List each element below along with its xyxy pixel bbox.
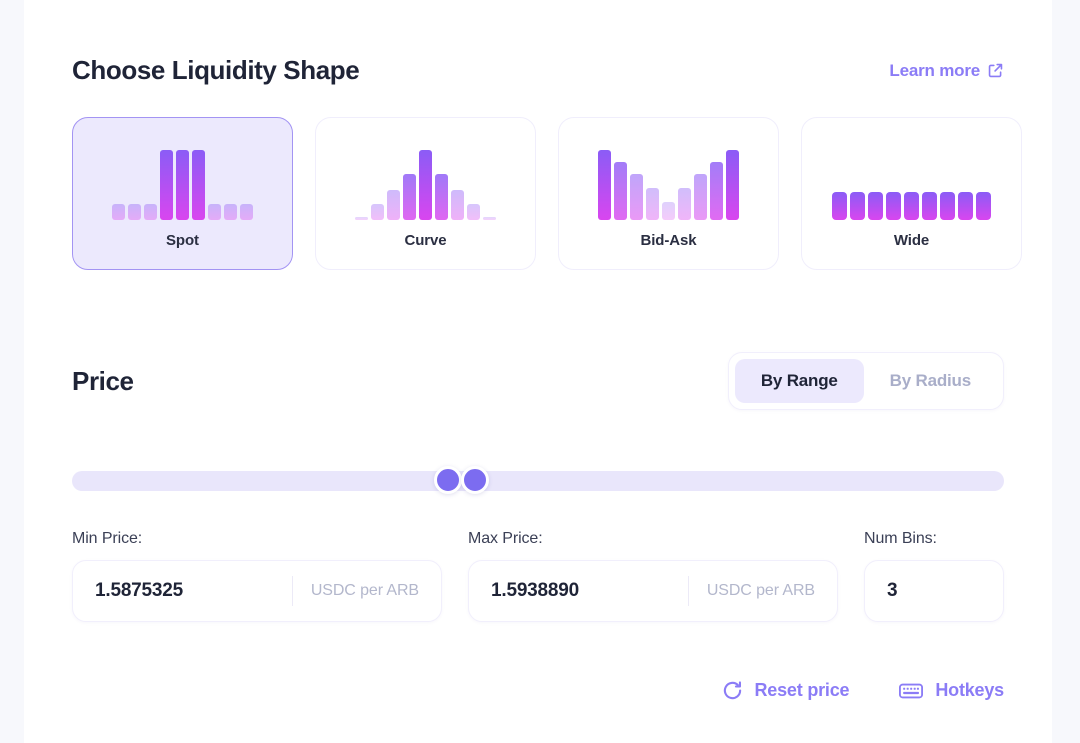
shape-bar: [112, 204, 125, 220]
learn-more-link[interactable]: Learn more: [889, 61, 1004, 81]
max-price-value: 1.5938890: [491, 580, 580, 601]
shape-bar: [922, 192, 937, 220]
shape-bar: [850, 192, 865, 220]
shape-bar: [435, 174, 448, 220]
shape-bar: [208, 204, 221, 220]
shape-bar: [451, 190, 464, 220]
shape-bar: [128, 204, 141, 220]
shape-preview-bars: [802, 140, 1021, 220]
shape-bar: [646, 188, 659, 220]
shape-bar: [598, 150, 611, 220]
shape-bar: [483, 217, 496, 220]
slider-thumb-max[interactable]: [460, 466, 489, 494]
shape-bar: [832, 192, 847, 220]
refresh-icon: [722, 680, 743, 701]
price-section-header: Price By Range By Radius: [72, 352, 1004, 410]
shape-preview-bars: [316, 140, 535, 220]
shape-bar: [176, 150, 189, 220]
shape-card-list: Spot Curve Bid-Ask Wide: [72, 117, 1022, 270]
reset-price-label: Reset price: [754, 680, 850, 700]
shape-bar: [630, 174, 643, 220]
num-bins-field: Num Bins: 3: [864, 530, 1004, 622]
keyboard-icon: [899, 682, 924, 700]
external-link-icon: [987, 62, 1004, 79]
shape-bar: [678, 188, 691, 220]
shape-bar: [940, 192, 955, 220]
shape-bar: [710, 162, 723, 220]
shape-preview-bars: [559, 140, 778, 220]
shape-section-header: Choose Liquidity Shape Learn more: [72, 55, 1004, 86]
learn-more-label: Learn more: [889, 60, 980, 80]
shape-preview-bars: [73, 140, 292, 220]
shape-bar: [694, 174, 707, 220]
max-price-suffix: USDC per ARB: [706, 582, 815, 599]
shape-bar: [614, 162, 627, 220]
shape-card-curve[interactable]: Curve: [315, 117, 536, 270]
max-price-label: Max Price:: [468, 530, 543, 547]
action-row: Reset price Hotkeys: [722, 680, 1004, 701]
reset-price-button[interactable]: Reset price: [722, 680, 850, 701]
page-title: Choose Liquidity Shape: [72, 55, 360, 85]
min-price-suffix: USDC per ARB: [310, 582, 419, 599]
num-bins-label: Num Bins:: [864, 530, 937, 547]
shape-bar: [371, 204, 384, 220]
shape-bar: [958, 192, 973, 220]
min-price-input[interactable]: 1.5875325 USDC per ARB: [72, 560, 442, 622]
shape-bar: [240, 204, 253, 220]
num-bins-value: 3: [887, 580, 898, 601]
shape-bar: [224, 204, 237, 220]
input-divider: [687, 576, 689, 606]
shape-card-label: Wide: [893, 232, 930, 249]
shape-bar: [419, 150, 432, 220]
num-bins-input[interactable]: 3: [864, 560, 1004, 622]
slider-track[interactable]: [72, 471, 1004, 491]
slider-thumb-min[interactable]: [433, 466, 462, 494]
shape-bar: [868, 192, 883, 220]
shape-card-bid-ask[interactable]: Bid-Ask: [558, 117, 779, 270]
shape-bar: [726, 150, 739, 220]
shape-bar: [662, 202, 675, 220]
price-mode-toggle: By Range By Radius: [727, 352, 1004, 410]
shape-card-spot[interactable]: Spot: [72, 117, 293, 270]
max-price-field: Max Price: 1.5938890 USDC per ARB: [468, 530, 838, 622]
min-price-value: 1.5875325: [95, 580, 184, 601]
panel-surface: Choose Liquidity Shape Learn more Spot Cu…: [24, 0, 1052, 743]
min-price-field: Min Price: 1.5875325 USDC per ARB: [72, 530, 442, 622]
hotkeys-label: Hotkeys: [935, 680, 1004, 700]
shape-card-wide[interactable]: Wide: [801, 117, 1022, 270]
shape-bar: [467, 204, 480, 220]
shape-card-label: Spot: [166, 232, 199, 249]
shape-bar: [976, 192, 991, 220]
price-title: Price: [72, 365, 134, 396]
shape-bar: [355, 217, 368, 220]
shape-card-label: Curve: [404, 232, 447, 249]
liquidity-shape-panel: Choose Liquidity Shape Learn more Spot Cu…: [0, 0, 1080, 743]
hotkeys-button[interactable]: Hotkeys: [899, 680, 1004, 701]
min-price-label: Min Price:: [72, 530, 143, 547]
shape-bar: [160, 150, 173, 220]
price-range-slider[interactable]: [72, 466, 1004, 494]
shape-bar: [387, 190, 400, 220]
max-price-input[interactable]: 1.5938890 USDC per ARB: [468, 560, 838, 622]
shape-card-label: Bid-Ask: [640, 232, 697, 249]
shape-bar: [886, 192, 901, 220]
shape-bar: [403, 174, 416, 220]
tab-by-radius[interactable]: By Radius: [864, 359, 997, 403]
tab-by-range[interactable]: By Range: [734, 359, 864, 403]
shape-bar: [144, 204, 157, 220]
shape-bar: [192, 150, 205, 220]
price-fields: Min Price: 1.5875325 USDC per ARB Max Pr…: [72, 530, 1004, 622]
shape-bar: [904, 192, 919, 220]
input-divider: [291, 576, 293, 606]
